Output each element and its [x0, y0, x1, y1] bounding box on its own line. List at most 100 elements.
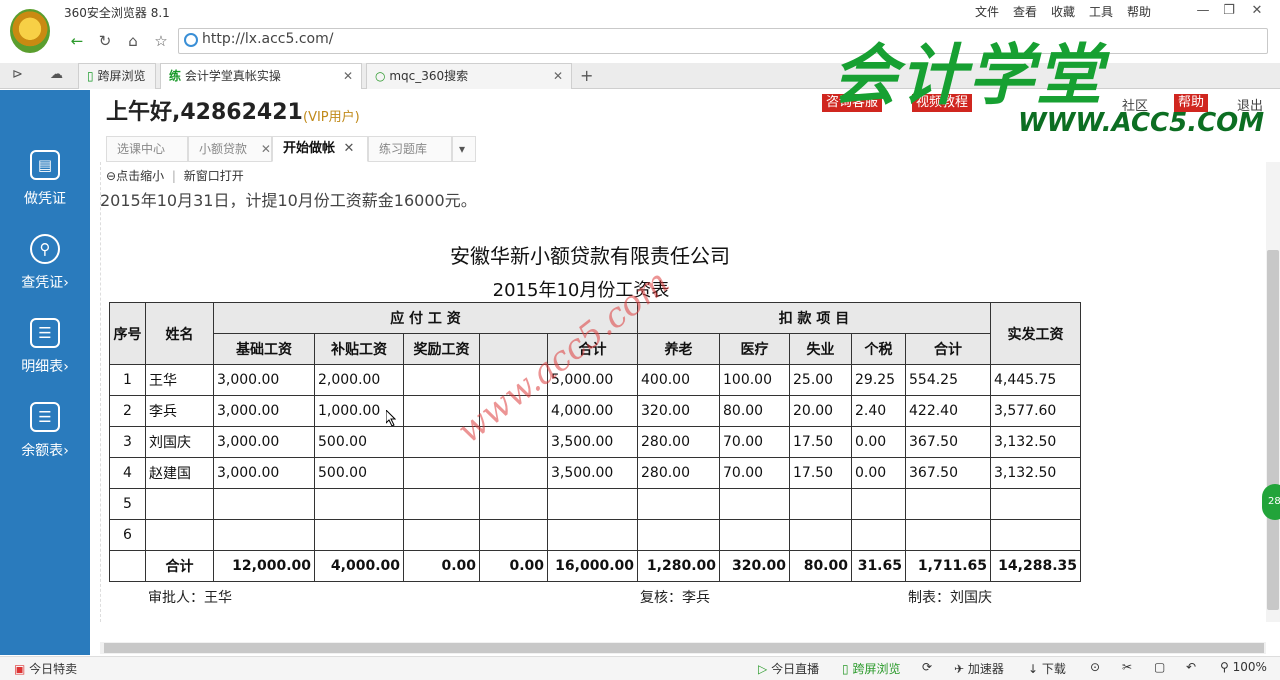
table-row: 2 李兵 3,000.00 1,000.00 4,000.00 320.00 80.00 20… [109, 395, 1081, 427]
cell-subsidy [314, 488, 404, 520]
favorite-star-icon[interactable]: ☆ [150, 30, 172, 52]
tab-course-center[interactable]: 选课中心 [106, 136, 188, 162]
reviewer-signature: 复核：李兵 [640, 590, 710, 606]
col-header-base: 基础工资 [213, 333, 315, 365]
cell-subsidy [314, 519, 404, 551]
daily-deals-link[interactable]: ▣ 今日特卖 [14, 660, 77, 677]
cell-name: 李兵 [145, 395, 214, 427]
cell-unemp: 20.00 [789, 395, 852, 427]
zoom-level[interactable]: ⚲ 100% [1220, 660, 1267, 674]
cell-bonus [403, 488, 480, 520]
sidebar-toggle-icon[interactable]: ⊳ [12, 67, 23, 82]
live-link[interactable]: ▷ 今日直播 [758, 660, 819, 677]
floating-widget-icon[interactable]: 28 [1262, 484, 1280, 520]
col-header-unemployment: 失业 [789, 333, 852, 365]
tab-dropdown-icon[interactable]: ▾ [452, 136, 476, 162]
cell-blank [479, 488, 548, 520]
total-medical: 320.00 [719, 550, 790, 582]
status-bar [0, 656, 1280, 680]
close-window-button[interactable]: ✕ [1244, 0, 1270, 22]
menu-tools[interactable]: 工具 [1089, 3, 1113, 20]
address-bar[interactable] [178, 28, 1268, 54]
menu-favorites[interactable]: 收藏 [1051, 3, 1075, 20]
table-row: 3 刘国庆 3,000.00 500.00 3,500.00 280.00 70.00 17.… [109, 426, 1081, 458]
cell-pension: 320.00 [637, 395, 720, 427]
close-tab-icon[interactable]: ✕ [343, 64, 353, 88]
accelerator-link[interactable]: ✈ 加速器 [954, 660, 1004, 677]
total-base: 12,000.00 [213, 550, 315, 582]
zoom-out-link[interactable]: 点击缩小 [116, 169, 164, 183]
col-header-name: 姓名 [145, 302, 214, 365]
menu-view[interactable]: 查看 [1013, 3, 1037, 20]
tab-accounting[interactable]: 练 会计学堂真帐实操 ✕ [160, 63, 362, 89]
cell-sum: 3,500.00 [547, 426, 638, 458]
menu-help[interactable]: 帮助 [1127, 3, 1151, 20]
open-new-window-link[interactable]: 新窗口打开 [184, 169, 244, 183]
cell-subsidy: 500.00 [314, 426, 404, 458]
cell-no: 3 [109, 426, 146, 458]
zoom-out-icon[interactable]: ⊖ [106, 169, 116, 183]
restore-button[interactable]: ❐ [1216, 0, 1242, 22]
minimize-button[interactable]: — [1190, 0, 1216, 22]
close-tab-icon[interactable]: ✕ [344, 141, 355, 156]
sidebar-item-make-voucher[interactable]: ▤ 做凭证 [0, 150, 90, 228]
edge-icon[interactable]: ⊙ [1090, 660, 1100, 674]
download-link[interactable]: ↓ 下载 [1028, 660, 1066, 677]
cell-base: 3,000.00 [213, 426, 315, 458]
mouse-cursor-icon [385, 408, 397, 427]
approver-signature: 审批人：王华 [148, 590, 232, 606]
cell-no: 4 [109, 457, 146, 489]
cell-dsum: 367.50 [905, 426, 991, 458]
cell-unemp [789, 488, 852, 520]
menu-file[interactable]: 文件 [975, 3, 999, 20]
new-tab-button[interactable]: + [580, 66, 593, 85]
tab-cross-screen[interactable]: ▯ 跨屏浏览 [78, 63, 156, 89]
tab-micro-loan[interactable]: 小额贷款 ✕ [188, 136, 272, 162]
cell-blank [479, 457, 548, 489]
total-sum: 16,000.00 [547, 550, 638, 582]
watermark-logo: 会计学堂 [832, 37, 1104, 114]
col-header-deduct-sum: 合计 [905, 333, 991, 365]
cell-subsidy: 500.00 [314, 457, 404, 489]
col-header-bonus: 奖励工资 [403, 333, 480, 365]
cell-no: 2 [109, 395, 146, 427]
cell-pension [637, 519, 720, 551]
window-icon[interactable]: ▢ [1154, 660, 1165, 674]
cell-base: 3,000.00 [213, 395, 315, 427]
deals-icon: ▣ [14, 662, 26, 676]
cell-medical [719, 488, 790, 520]
back-icon[interactable]: ← [66, 30, 88, 52]
col-header-deductions: 扣 款 项 目 [637, 302, 991, 334]
magnifier-icon: ⚲ [1220, 660, 1229, 674]
vertical-scroll-thumb[interactable] [1267, 250, 1279, 610]
cross-screen-link[interactable]: ▯ 跨屏浏览 [842, 660, 900, 677]
tab-exercise-bank[interactable]: 练习题库 [368, 136, 452, 162]
total-tax: 31.65 [851, 550, 906, 582]
cell-pension: 400.00 [637, 364, 720, 396]
ledger-icon: ☰ [30, 402, 60, 432]
tab-search[interactable]: ○ mqc_360搜索 ✕ [366, 63, 572, 89]
search-engine-icon: ○ [375, 69, 386, 83]
cell-pension: 280.00 [637, 426, 720, 458]
speed-icon[interactable]: ⟳ [922, 660, 932, 674]
refresh-icon[interactable]: ↻ [94, 30, 116, 52]
tab-start-bookkeeping[interactable]: 开始做帐 ✕ [272, 136, 368, 162]
close-tab-icon[interactable]: ✕ [553, 64, 563, 88]
table-row: 5 [109, 488, 1081, 520]
home-icon[interactable]: ⌂ [122, 30, 144, 52]
sidebar-item-balance[interactable]: ☰ 余额表› [0, 402, 90, 480]
cell-name: 刘国庆 [145, 426, 214, 458]
horizontal-scroll-thumb[interactable] [104, 643, 1264, 653]
cell-tax: 2.40 [851, 395, 906, 427]
cell-bonus [403, 457, 480, 489]
close-tab-icon[interactable]: ✕ [261, 142, 271, 156]
sidebar-item-detail[interactable]: ☰ 明细表› [0, 318, 90, 396]
total-bonus: 0.00 [403, 550, 480, 582]
cell-tax [851, 519, 906, 551]
cloud-icon[interactable]: ☁ [50, 67, 63, 82]
cell-tax: 29.25 [851, 364, 906, 396]
undo-icon[interactable]: ↶ [1186, 660, 1196, 674]
screenshot-icon[interactable]: ✂ [1122, 660, 1132, 674]
practice-icon: 练 [169, 69, 182, 83]
url-text[interactable]: http://lx.acc5.com/ [202, 31, 333, 47]
